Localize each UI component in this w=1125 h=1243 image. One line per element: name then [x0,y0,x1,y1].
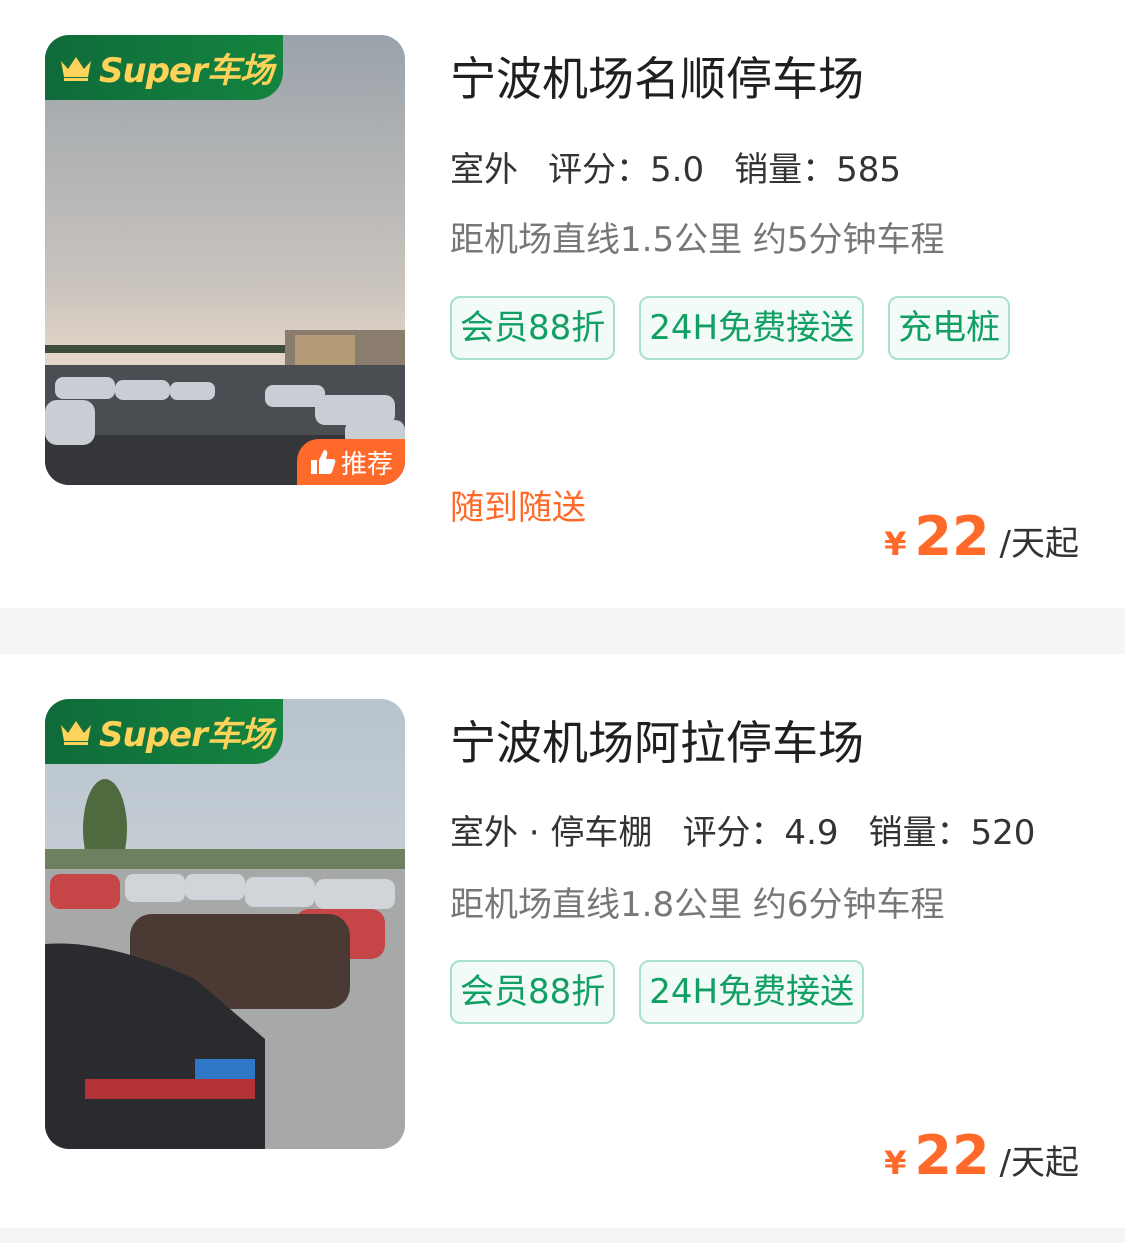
lot-type-tag: 室外 [448,142,520,195]
thumbs-up-icon [310,450,336,474]
lot-sales: 销量：520 [868,813,1036,853]
lot-feature-tags: 会员88折 24H免费接送 [450,960,1050,1024]
parking-lot-meta: 室外 评分：5.0 销量：585 [448,142,901,195]
lot-rating: 评分：4.9 [682,813,839,853]
recommend-label: 推荐 [340,449,393,480]
service-note: 随到随送 [450,488,586,528]
price-amount: 22 [914,505,990,568]
currency-symbol: ¥ [884,525,907,563]
lot-price: ¥ 22 /天起 [884,505,1079,568]
parking-lot-photo: Super车场 [45,699,405,1149]
super-badge-label: Super车场 [99,715,274,755]
recommend-badge: 推荐 [297,439,405,485]
lot-type-tag: 室外 · 停车棚 [447,805,655,858]
price-amount: 22 [914,1124,990,1187]
price-unit: /天起 [999,524,1079,564]
lot-feature-tags: 会员88折 24H免费接送 充电桩 [450,296,1050,360]
parking-lot-name[interactable]: 宁波机场阿拉停车场 [450,707,864,773]
parking-lot-meta: 室外 · 停车棚 评分：4.9 销量：520 [447,805,1036,858]
lot-distance: 距机场直线1.5公里 约5分钟车程 [450,220,945,260]
feature-tag: 24H免费接送 [639,960,865,1024]
parking-lot-photo: Super车场 推荐 [45,35,405,485]
parking-lot-name[interactable]: 宁波机场名顺停车场 [450,43,864,109]
feature-tag: 充电桩 [888,296,1011,360]
price-unit: /天起 [999,1143,1079,1183]
currency-symbol: ¥ [884,1144,907,1182]
crown-icon [61,720,91,745]
feature-tag: 会员88折 [450,960,616,1024]
lot-price: ¥ 22 /天起 [884,1124,1079,1187]
parking-lot-card[interactable]: Super车场 推荐 宁波机场名顺停车场 室外 评分：5.0 销量：585 距机… [0,0,1125,608]
lot-distance: 距机场直线1.8公里 约6分钟车程 [450,885,945,925]
super-lot-badge: Super车场 [45,35,283,100]
crown-icon [61,56,91,81]
parking-lot-card[interactable]: Super车场 宁波机场阿拉停车场 室外 · 停车棚 评分：4.9 销量：520… [0,654,1125,1228]
parking-lot-photo-image [45,35,405,485]
lot-sales: 销量：585 [734,150,901,190]
feature-tag: 会员88折 [450,296,616,360]
lot-rating: 评分：5.0 [548,150,705,190]
parking-lot-photo-image [45,699,405,1149]
super-lot-badge: Super车场 [45,699,283,764]
super-badge-label: Super车场 [99,51,274,91]
feature-tag: 24H免费接送 [639,296,865,360]
